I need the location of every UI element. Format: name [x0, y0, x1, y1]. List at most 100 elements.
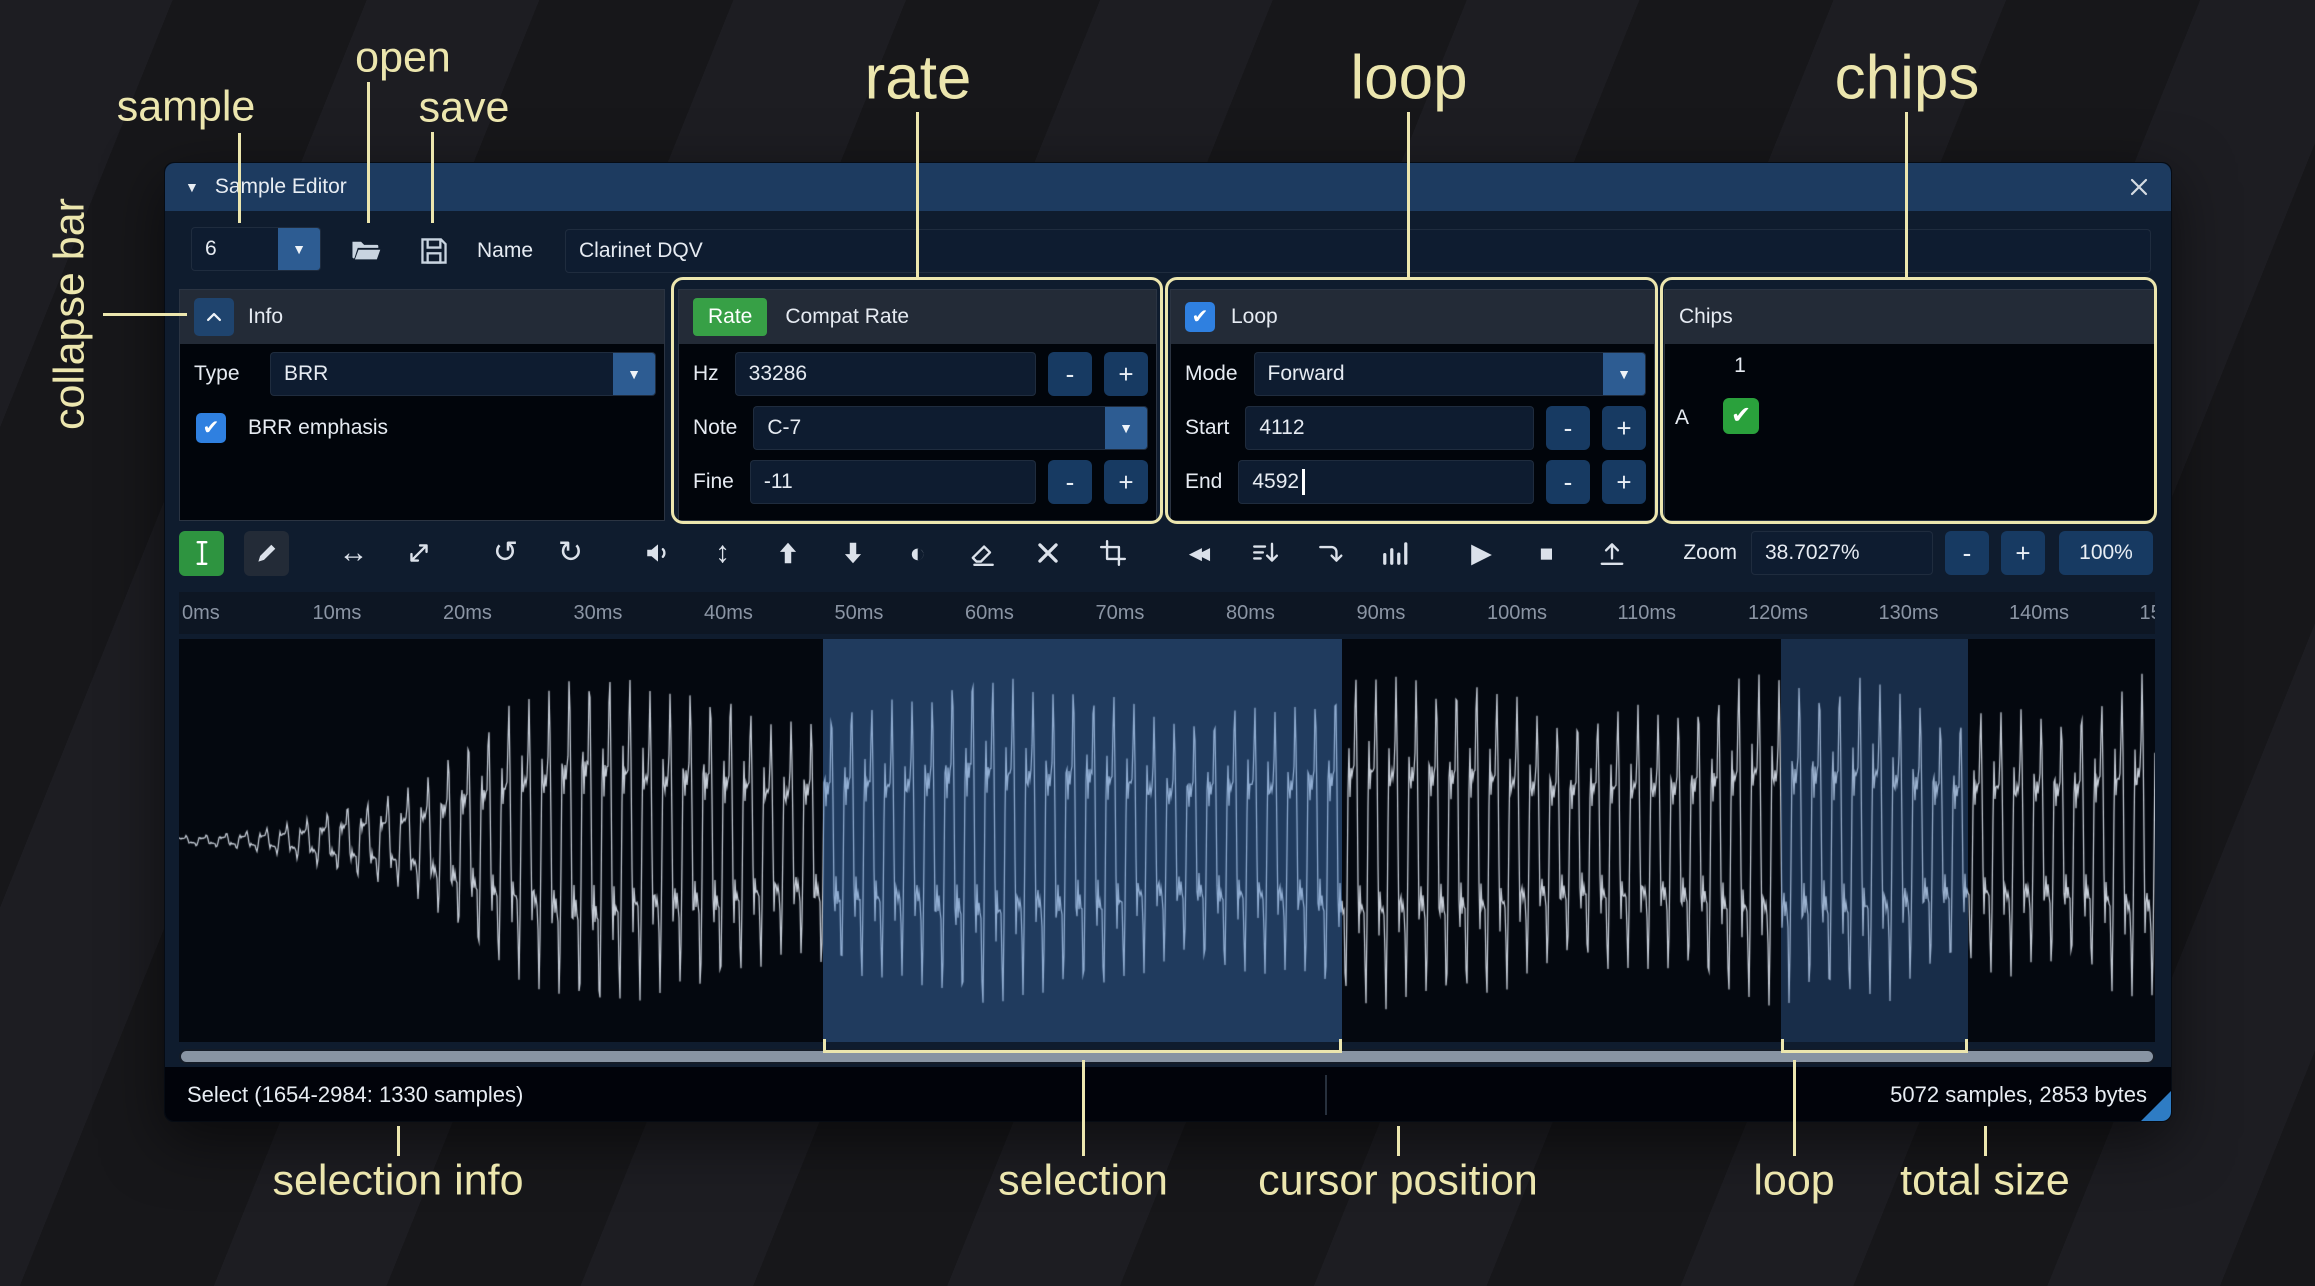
fade-up-icon[interactable] [765, 531, 810, 576]
hz-plus-button[interactable]: + [1104, 352, 1148, 396]
invert-icon[interactable]: ◐ [895, 531, 940, 576]
sample-type-select[interactable]: BRR ▼ [270, 352, 656, 396]
redo-icon[interactable]: ↻ [548, 531, 593, 576]
fine-value: -11 [763, 470, 793, 493]
loop-end-minus-button[interactable]: - [1546, 460, 1590, 504]
name-input[interactable]: Clarinet DQV [565, 229, 2151, 273]
zoom-input[interactable]: 38.7027% [1751, 531, 1933, 575]
chevron-up-icon [203, 306, 225, 328]
loop-end-plus-button[interactable]: + [1602, 460, 1646, 504]
rate-tab[interactable]: Rate [693, 298, 768, 336]
close-icon[interactable] [2127, 175, 2151, 199]
ruler-label: 0ms [182, 602, 220, 624]
fade-down-icon[interactable] [830, 531, 875, 576]
loop-end-input[interactable]: 4592 [1238, 460, 1534, 504]
scrollbar-thumb[interactable] [181, 1051, 2153, 1062]
compat-rate-tab[interactable]: Compat Rate [785, 305, 909, 329]
fine-minus-button[interactable]: - [1048, 460, 1092, 504]
check-icon: ✔ [1191, 306, 1209, 328]
turn-down-icon[interactable] [1307, 531, 1352, 576]
collapse-bar-button[interactable] [194, 298, 234, 336]
ibeam-cursor-icon[interactable] [179, 530, 224, 576]
delete-icon[interactable] [1025, 531, 1070, 576]
ruler-label: 110ms [1617, 602, 1677, 624]
zoom-plus-button[interactable]: + [2001, 531, 2045, 575]
open-button[interactable] [341, 227, 391, 275]
normalize-icon[interactable]: ↕ [700, 531, 745, 576]
window-collapse-icon[interactable]: ▼ [185, 179, 199, 195]
chevron-down-icon[interactable]: ▼ [278, 228, 320, 270]
check-icon: ✔ [202, 417, 220, 439]
loop-enable-checkbox[interactable]: ✔ [1185, 302, 1215, 332]
play-icon[interactable]: ▶ [1459, 531, 1504, 576]
loop-start-plus-button[interactable]: + [1602, 406, 1646, 450]
rate-panel: Rate Compat Rate Hz 33286 - + Note C-7 ▼… [678, 289, 1157, 521]
stretch-free-icon[interactable] [396, 531, 441, 576]
save-button[interactable] [409, 227, 459, 275]
waveform-view[interactable] [179, 639, 2155, 1042]
annotation-line [1984, 1126, 1987, 1156]
loop-region-overlay[interactable] [1780, 639, 1968, 1042]
loop-start-minus-button[interactable]: - [1546, 406, 1590, 450]
stretch-horizontal-icon[interactable]: ↔ [331, 531, 376, 576]
undo-icon[interactable]: ↺ [483, 531, 528, 576]
chevron-down-icon[interactable]: ▼ [613, 353, 655, 395]
loop-mode-value: Forward [1267, 362, 1345, 385]
pencil-icon[interactable] [244, 530, 289, 576]
volume-icon[interactable] [635, 531, 680, 576]
annotation-line [1397, 1126, 1400, 1156]
annotation-sample: sample [116, 82, 256, 131]
hz-value: 33286 [748, 362, 808, 385]
chip-a-checkbox[interactable]: ✔ [1723, 398, 1759, 434]
rewind-icon[interactable]: ◀◀ [1177, 531, 1222, 576]
zoom-value: 38.7027% [1765, 541, 1860, 564]
upload-icon[interactable] [1589, 531, 1634, 576]
name-label: Name [477, 239, 534, 262]
annotation-loop: loop [1350, 43, 1468, 113]
brr-emphasis-label: BRR emphasis [248, 416, 389, 439]
waveform-scrollbar[interactable] [179, 1049, 2155, 1064]
ruler-label: 90ms [1356, 602, 1406, 624]
stop-icon[interactable]: ■ [1524, 531, 1569, 576]
loop-mode-select[interactable]: Forward ▼ [1253, 352, 1646, 396]
note-label: Note [693, 416, 738, 439]
info-panel: Info Type BRR ▼ ✔ BRR emphasis [179, 289, 665, 521]
statusbar-divider [1794, 1075, 1796, 1115]
brr-emphasis-checkbox[interactable]: ✔ [196, 413, 226, 443]
fine-plus-button[interactable]: + [1104, 460, 1148, 504]
bar-chart-icon[interactable] [1372, 531, 1417, 576]
ruler-label: 30ms [573, 602, 623, 624]
statusbar-divider [1325, 1075, 1327, 1115]
annotation-line [397, 1126, 400, 1156]
name-value: Clarinet DQV [579, 239, 703, 262]
chip-column-header: 1 [1734, 354, 1746, 377]
eraser-icon[interactable] [960, 531, 1005, 576]
hz-input[interactable]: 33286 [734, 352, 1036, 396]
ruler-label: 80ms [1226, 602, 1275, 624]
annotation-total-size: total size [1900, 1156, 2070, 1205]
annotation-selection: selection [998, 1156, 1168, 1205]
annotation-open: open [355, 33, 451, 82]
note-select[interactable]: C-7 ▼ [753, 406, 1148, 450]
chips-panel-title: Chips [1679, 305, 1733, 328]
hz-minus-button[interactable]: - [1048, 352, 1092, 396]
sort-down-icon[interactable] [1242, 531, 1287, 576]
fine-label: Fine [693, 470, 734, 493]
chevron-down-icon[interactable]: ▼ [1105, 407, 1147, 449]
annotation-collapse-bar: collapse bar [45, 198, 94, 430]
loop-mode-label: Mode [1185, 362, 1238, 385]
zoom-reset-button[interactable]: 100% [2059, 531, 2153, 575]
annotation-cursor-position: cursor position [1258, 1156, 1538, 1205]
titlebar[interactable]: ▼ Sample Editor [165, 163, 2171, 211]
chevron-down-icon[interactable]: ▼ [1603, 353, 1645, 395]
type-label: Type [194, 362, 240, 385]
zoom-minus-button[interactable]: - [1945, 531, 1989, 575]
sample-select[interactable]: 6 ▼ [191, 227, 321, 271]
loop-start-input[interactable]: 4112 [1245, 406, 1534, 450]
fine-input[interactable]: -11 [749, 460, 1036, 504]
zoom-label: Zoom [1683, 541, 1737, 564]
selection-overlay[interactable] [823, 639, 1342, 1042]
ruler-label: 60ms [965, 602, 1014, 624]
crop-icon[interactable] [1090, 531, 1135, 576]
window-resize-grip[interactable] [2141, 1091, 2171, 1121]
